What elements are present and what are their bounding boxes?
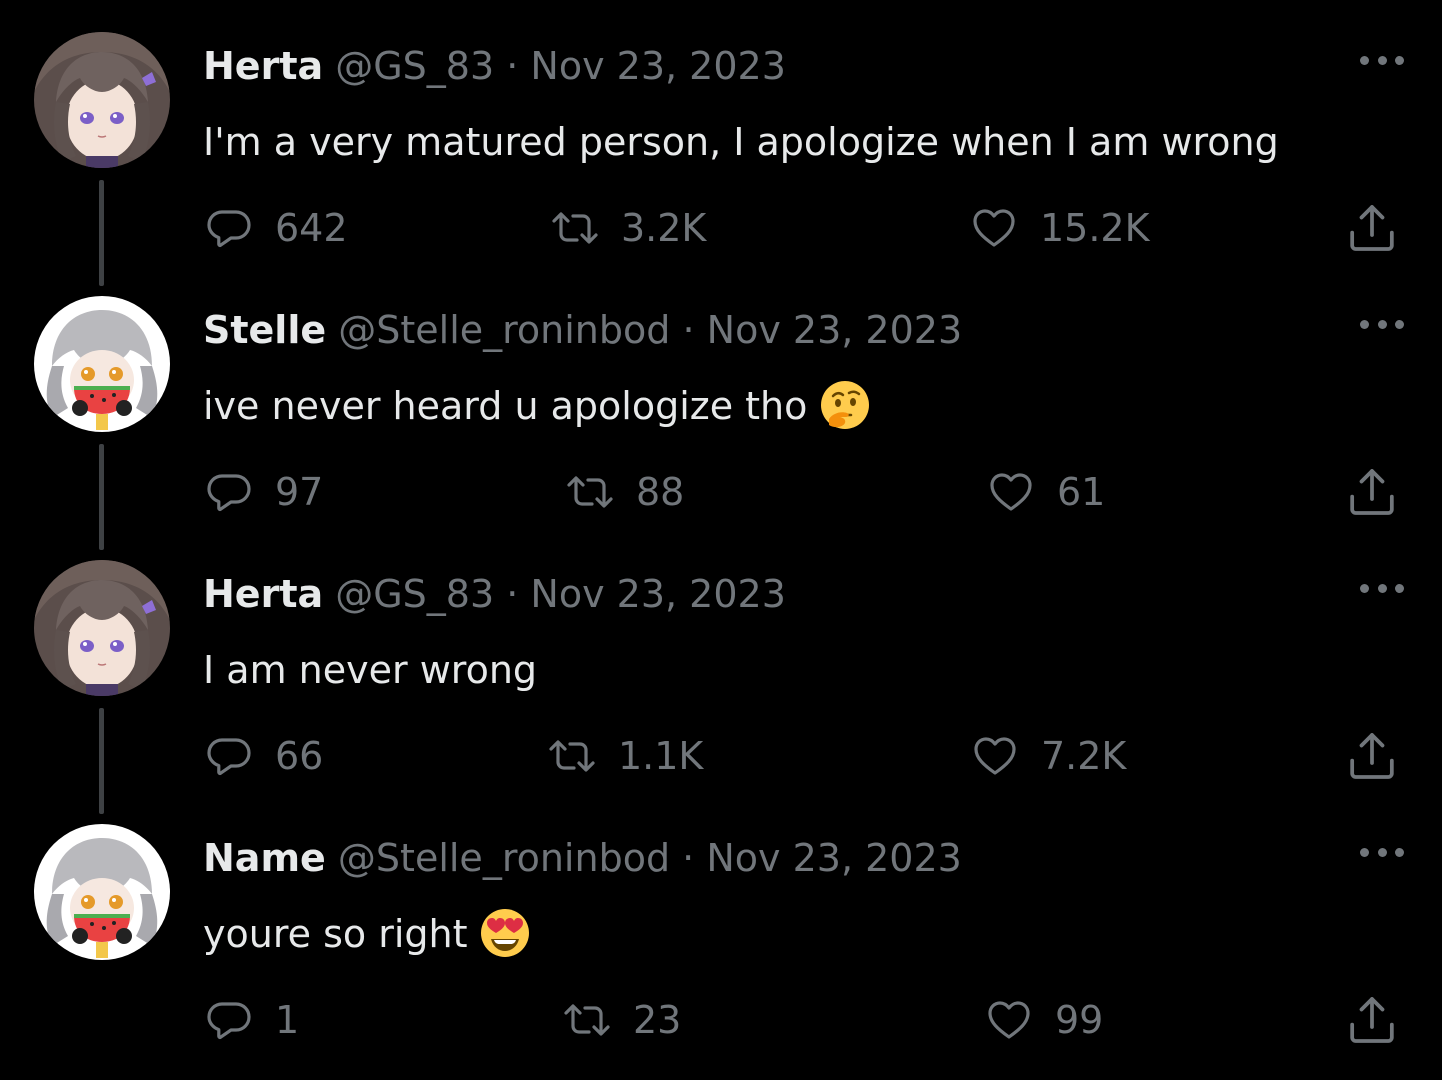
thinking-face-emoji [819, 379, 871, 431]
tweet-header: Herta @GS_83 · Nov 23, 2023 [203, 566, 786, 622]
share-button[interactable] [1344, 728, 1400, 784]
like-button[interactable]: 15.2K [970, 196, 1150, 260]
tweet[interactable]: Stelle @Stelle_roninbod · Nov 23, 2023 i… [0, 264, 1442, 550]
more-options-button[interactable] [1360, 314, 1404, 334]
reply-button[interactable]: 642 [205, 196, 348, 260]
like-count: 15.2K [1040, 206, 1150, 250]
retweet-button[interactable]: 88 [566, 460, 684, 524]
user-handle[interactable]: @GS_83 [335, 44, 494, 88]
like-button[interactable]: 61 [987, 460, 1105, 524]
separator-dot: · [682, 308, 695, 352]
reply-count: 1 [275, 998, 300, 1042]
user-handle[interactable]: @GS_83 [335, 572, 494, 616]
tweet-date[interactable]: Nov 23, 2023 [706, 836, 961, 880]
more-dots-icon [1360, 319, 1369, 329]
reply-count: 66 [275, 734, 324, 778]
avatar[interactable] [34, 824, 170, 960]
tweet-header: Stelle @Stelle_roninbod · Nov 23, 2023 [203, 302, 962, 358]
stelle-avatar [34, 296, 170, 432]
share-upload-icon [1344, 992, 1400, 1048]
avatar[interactable] [34, 296, 170, 432]
heart-icon [985, 996, 1033, 1044]
conversation-thread: Herta @GS_83 · Nov 23, 2023 I'm a very m… [0, 0, 1442, 1080]
reply-button[interactable]: 66 [205, 724, 323, 788]
like-count: 99 [1055, 998, 1104, 1042]
tweet[interactable]: Herta @GS_83 · Nov 23, 2023 I am never w… [0, 528, 1442, 814]
retweet-arrows-icon [548, 732, 596, 780]
more-dots-icon [1360, 55, 1369, 65]
heart-icon [987, 468, 1035, 516]
more-options-button[interactable] [1360, 842, 1404, 862]
tweet-header: Name @Stelle_roninbod · Nov 23, 2023 [203, 830, 962, 886]
avatar[interactable] [34, 32, 170, 168]
retweet-button[interactable]: 3.2K [551, 196, 706, 260]
more-options-button[interactable] [1360, 578, 1404, 598]
tweet-header: Herta @GS_83 · Nov 23, 2023 [203, 38, 786, 94]
reply-button[interactable]: 97 [205, 460, 323, 524]
retweet-count: 88 [636, 470, 685, 514]
more-dots-icon [1360, 583, 1369, 593]
reply-count: 642 [275, 206, 348, 250]
reply-button[interactable]: 1 [205, 988, 299, 1052]
share-upload-icon [1344, 464, 1400, 520]
more-options-button[interactable] [1360, 50, 1404, 70]
retweet-arrows-icon [551, 204, 599, 252]
reply-count: 97 [275, 470, 324, 514]
share-upload-icon [1344, 728, 1400, 784]
reply-bubble-icon [205, 732, 253, 780]
tweet[interactable]: Name @Stelle_roninbod · Nov 23, 2023 you… [0, 792, 1442, 1056]
retweet-count: 3.2K [621, 206, 707, 250]
more-dots-icon [1360, 847, 1369, 857]
reply-bubble-icon [205, 996, 253, 1044]
retweet-arrows-icon [563, 996, 611, 1044]
reply-bubble-icon [205, 468, 253, 516]
heart-icon [971, 732, 1019, 780]
retweet-arrows-icon [566, 468, 614, 516]
tweet-text: I am never wrong [203, 648, 538, 692]
display-name[interactable]: Stelle [203, 308, 326, 352]
retweet-count: 1.1K [618, 734, 704, 778]
share-button[interactable] [1344, 200, 1400, 256]
retweet-count: 23 [633, 998, 682, 1042]
herta-avatar [34, 560, 170, 696]
share-button[interactable] [1344, 464, 1400, 520]
display-name[interactable]: Name [203, 836, 326, 880]
tweet-text: youre so right [203, 904, 531, 964]
user-handle[interactable]: @Stelle_roninbod [338, 308, 670, 352]
separator-dot: · [506, 572, 519, 616]
tweet-date[interactable]: Nov 23, 2023 [530, 44, 785, 88]
stelle-avatar [34, 824, 170, 960]
share-button[interactable] [1344, 992, 1400, 1048]
tweet[interactable]: Herta @GS_83 · Nov 23, 2023 I'm a very m… [0, 0, 1442, 286]
retweet-button[interactable]: 1.1K [548, 724, 703, 788]
separator-dot: · [506, 44, 519, 88]
tweet-date[interactable]: Nov 23, 2023 [530, 572, 785, 616]
like-count: 7.2K [1041, 734, 1127, 778]
avatar[interactable] [34, 560, 170, 696]
tweet-text: I'm a very matured person, I apologize w… [203, 120, 1279, 164]
separator-dot: · [682, 836, 695, 880]
user-handle[interactable]: @Stelle_roninbod [338, 836, 670, 880]
heart-eyes-emoji [479, 907, 531, 959]
like-count: 61 [1057, 470, 1106, 514]
retweet-button[interactable]: 23 [563, 988, 681, 1052]
tweet-text: ive never heard u apologize tho [203, 376, 871, 436]
like-button[interactable]: 99 [985, 988, 1103, 1052]
heart-icon [970, 204, 1018, 252]
reply-bubble-icon [205, 204, 253, 252]
herta-avatar [34, 32, 170, 168]
tweet-date[interactable]: Nov 23, 2023 [707, 308, 962, 352]
display-name[interactable]: Herta [203, 44, 323, 88]
like-button[interactable]: 7.2K [971, 724, 1126, 788]
display-name[interactable]: Herta [203, 572, 323, 616]
share-upload-icon [1344, 200, 1400, 256]
